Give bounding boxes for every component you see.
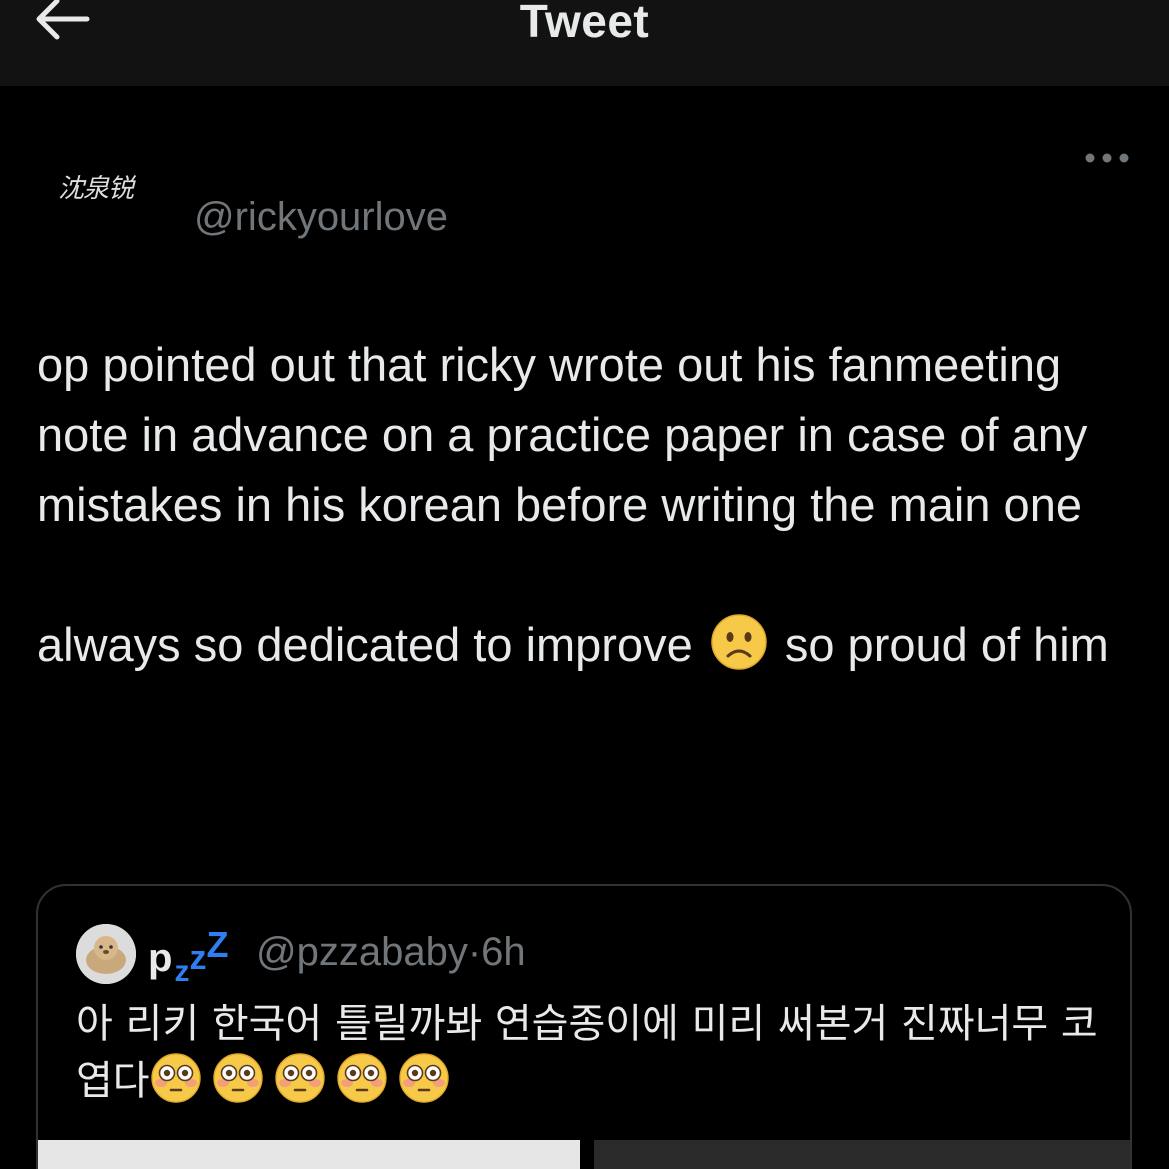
- author-handle[interactable]: @rickyourlove: [194, 195, 448, 240]
- more-icon: [1084, 151, 1130, 169]
- tweet-paragraph-2-end: so proud of him: [784, 618, 1109, 671]
- quote-display-name-z2: z: [189, 939, 207, 977]
- more-options-button[interactable]: [1082, 148, 1132, 172]
- tweet-paragraph-2-start: always so dedicated to improve: [37, 618, 693, 671]
- tweet-body: op pointed out that ricky wrote out his …: [37, 330, 1137, 680]
- tweet-detail-screen: Tweet 沈泉锐 @rickyourlove op pointed out t…: [0, 0, 1169, 1169]
- flushed-face-icon: [274, 1052, 326, 1104]
- flushed-face-icon: [398, 1052, 450, 1104]
- quote-handle[interactable]: @pzzababy: [256, 930, 468, 974]
- slightly-frowning-face-icon: [710, 613, 768, 671]
- flushed-face-icon: [336, 1052, 388, 1104]
- quote-display-name-z1: z: [174, 955, 190, 988]
- quote-display-name[interactable]: pzzZ: [148, 924, 228, 989]
- page-title: Tweet: [519, 0, 650, 47]
- top-bar: Tweet: [0, 0, 1169, 86]
- quote-media-image-1[interactable]: [38, 1140, 580, 1169]
- quote-media-image-2[interactable]: [594, 1140, 1130, 1169]
- quote-separator: ·: [467, 930, 482, 974]
- avatar[interactable]: [76, 924, 136, 984]
- quote-meta: @pzzababy·6h: [256, 930, 526, 975]
- quote-display-name-text: p: [148, 936, 173, 980]
- flushed-face-icon: [150, 1052, 202, 1104]
- quote-body: 아 리키 한국어 틀릴까봐 연습종이에 미리 써본거 진짜너무 코엽다: [76, 996, 1106, 1109]
- author-display-name[interactable]: 沈泉锐: [58, 168, 134, 205]
- quote-display-name-z3: Z: [206, 924, 229, 965]
- tweet-paragraph-2: always so dedicated to improve so proud …: [37, 610, 1137, 680]
- quote-timestamp: 6h: [481, 930, 526, 974]
- flushed-face-icon: [212, 1052, 264, 1104]
- tweet-paragraph-1: op pointed out that ricky wrote out his …: [37, 338, 1088, 531]
- quoted-tweet-card[interactable]: pzzZ @pzzababy·6h 아 리키 한국어 틀릴까봐 연습종이에 미리…: [36, 884, 1132, 1169]
